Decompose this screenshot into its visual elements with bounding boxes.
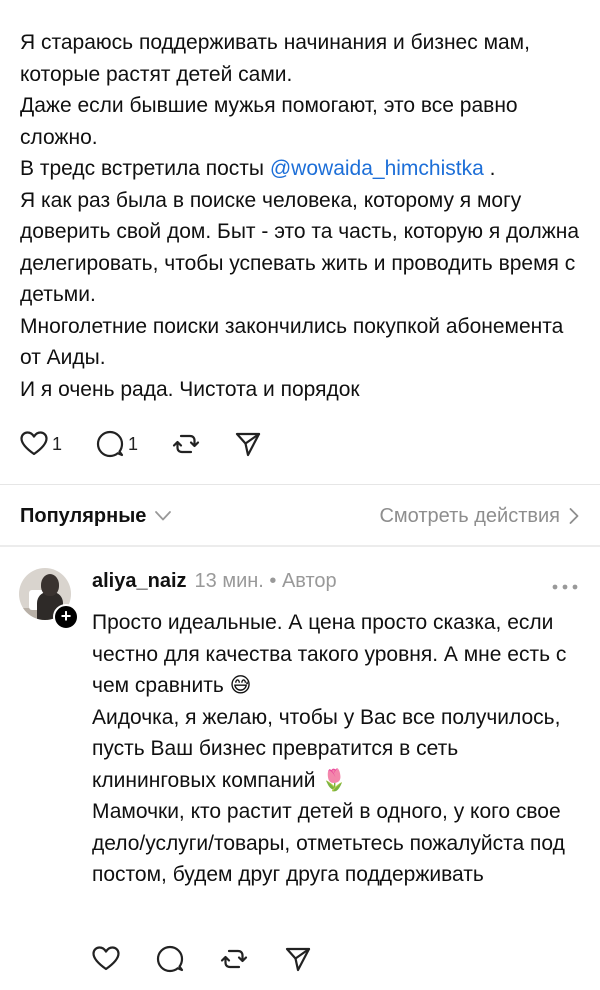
reply-count: 1 <box>128 433 139 454</box>
comment-like-button[interactable] <box>92 946 120 972</box>
sort-dropdown[interactable]: Популярные <box>20 505 172 528</box>
heart-icon <box>92 946 120 971</box>
sort-bar: Популярные Смотреть действия <box>20 497 580 535</box>
share-icon <box>285 947 311 972</box>
view-actions-label: Смотреть действия <box>379 504 560 527</box>
like-count: 1 <box>52 433 63 454</box>
post-text-after-mention: . Я как раз была в поиске человека, кото… <box>20 157 580 401</box>
post-actions: 1 1 <box>20 428 296 460</box>
post-text: Я стараюсь поддерживать начинания и бизн… <box>20 27 580 405</box>
chevron-right-icon <box>569 508 579 524</box>
share-button[interactable] <box>234 430 262 458</box>
chevron-down-icon <box>155 511 172 521</box>
repost-button[interactable] <box>172 430 200 458</box>
comment-actions <box>92 945 348 973</box>
comment-meta: 13 мин. • Автор <box>194 570 337 592</box>
comment-reply-button[interactable] <box>156 945 184 973</box>
heart-icon <box>20 431 48 456</box>
more-icon[interactable] <box>552 578 578 596</box>
section-divider <box>0 545 600 547</box>
comment-header: aliya_naiz 13 мин. • Автор <box>92 570 337 593</box>
comment-repost-button[interactable] <box>220 945 248 973</box>
mention-link[interactable]: @wowaida_himchistka <box>270 157 484 180</box>
share-icon <box>235 432 261 457</box>
comment-share-button[interactable] <box>284 945 312 973</box>
comment-icon <box>96 430 124 458</box>
sort-label: Популярные <box>20 504 147 527</box>
repost-icon <box>220 949 248 969</box>
like-button[interactable]: 1 <box>20 431 62 457</box>
comment-username[interactable]: aliya_naiz <box>92 570 187 593</box>
avatar[interactable]: + <box>19 568 79 630</box>
view-actions-link[interactable]: Смотреть действия <box>379 505 580 528</box>
comment-text: Просто идеальные. А цена просто сказка, … <box>92 611 567 886</box>
divider <box>0 484 600 485</box>
plus-icon[interactable]: + <box>53 604 79 630</box>
repost-icon <box>172 434 200 454</box>
reply-button[interactable]: 1 <box>96 430 138 458</box>
comment-icon <box>156 945 184 973</box>
